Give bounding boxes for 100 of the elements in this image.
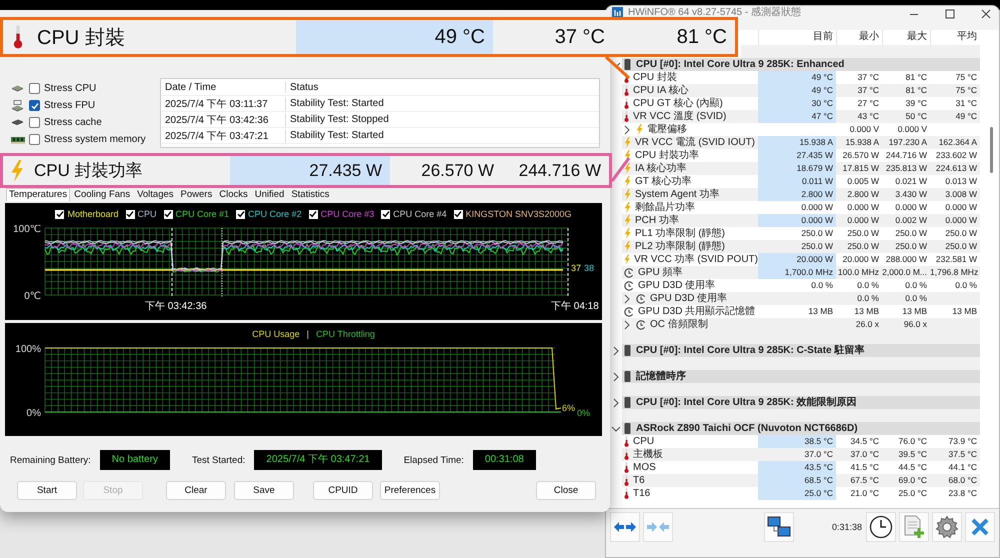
expand-icon[interactable] [624,294,630,304]
sensor-label[interactable]: CPU GT 核心 (內顯) [633,97,723,110]
sensor-label[interactable]: GPU D3D 共用顯示記憶體 [638,305,756,318]
expand-icon[interactable] [624,320,630,330]
expand-icon[interactable] [624,124,630,134]
button[interactable]: CPUID [313,481,373,500]
option-label: Stress CPU [44,83,96,94]
checkbox[interactable] [29,134,40,145]
checkbox[interactable] [164,210,173,218]
table-row[interactable]: VR VCC 溫度 (SVID) 47 °C 43 °C 50 °C 49 °C [622,110,980,123]
tab[interactable]: Powers [178,188,216,201]
lightning-icon [624,137,631,148]
sensor-label[interactable]: T6 [633,474,645,487]
table-row[interactable]: System Agent 功率 2.800 W 2.800 W 3.430 W 3.008 W [622,188,980,201]
sensor-label[interactable]: GPU D3D 使用率 [638,279,716,292]
table-cell-text: 3.008 W [944,188,978,201]
maximize-icon[interactable] [945,9,955,19]
checkbox[interactable] [236,210,246,218]
button[interactable]: Start [17,481,77,500]
sensor-label[interactable]: System Agent 功率 [635,188,720,201]
table-cell-text: 34.5 °C [850,435,880,448]
button[interactable]: Clear [166,481,226,500]
tab[interactable]: Voltages [134,188,177,201]
table-row[interactable]: GPU D3D 共用顯示記憶體 13 MB 13 MB 13 MB 13 MB [609,305,999,318]
checkbox[interactable] [29,83,40,94]
close-button[interactable] [965,512,995,542]
sensor-label[interactable]: CPU 封裝功率 [635,149,699,162]
table-cell-text: 44.1 °C [948,461,978,474]
group-header[interactable]: CPU [#0]: Intel Core Ultra 9 285K: 效能限制原因 [622,396,980,409]
sensor-label[interactable]: CPU 封裝 [633,71,677,84]
sensor-label[interactable]: 剩餘晶片功率 [635,201,695,214]
table-row[interactable]: OC 倍頻限制 26.0 x 96.0 x [622,318,980,331]
scrollbar-thumb[interactable] [990,127,993,173]
table-row[interactable]: VR VCC 電流 (SVID IOUT) 15.938 A 15.938 A 197.230 A 162.364 A [622,136,980,149]
checkbox[interactable] [29,117,40,128]
sensor-label[interactable]: MOS [633,461,656,474]
tab[interactable]: Temperatures [6,188,70,201]
button[interactable]: Save [234,481,294,500]
button[interactable] [866,512,896,542]
table-row[interactable]: 電壓偏移 0.000 V 0.000 V [609,123,999,136]
separator: | [306,329,309,339]
expand-icon[interactable] [612,398,618,408]
table-row[interactable]: 剩餘晶片功率 0.000 W 0.000 W 0.000 W 0.000 W [609,201,999,214]
group-header[interactable]: 記憶體時序 [622,370,980,383]
sensor-label[interactable]: GT 核心功率 [635,175,692,188]
table-row[interactable]: GPU 頻率 1,700.0 MHz 100.0 MHz 2,000.0 M... 1,796.8 MHz [622,266,980,279]
table-row[interactable]: GPU D3D 使用率 0.0 % 0.0 % [622,292,980,305]
table-row[interactable]: PL1 功率限制 (靜態) 250.0 W 250.0 W 250.0 W 250.0 W [609,227,999,240]
checkbox[interactable] [55,210,64,218]
table-row[interactable]: CPU 封裝 49 °C 37 °C 81 °C 75 °C [609,71,999,84]
sensor-label[interactable]: PL1 功率限制 (靜態) [635,227,726,240]
group-header[interactable]: CPU [#0]: Intel Core Ultra 9 285K: C-State 駐留率 [622,344,980,357]
lightning-icon [624,176,631,187]
button[interactable]: Preferences [380,481,440,500]
table-row[interactable]: T16 25.0 °C 21.0 °C 25.0 °C 23.8 °C [609,487,999,500]
close-icon[interactable] [981,9,991,19]
expand-icon[interactable] [612,346,618,356]
table-row[interactable]: CPU 封裝功率 27.435 W 26.570 W 244.716 W 233.602 W [609,149,999,162]
table-row[interactable]: VR VCC 功率 (SVID POUT) 20.000 W 20.000 W 288.000 W 232.581 W [609,253,999,266]
button[interactable] [764,512,794,542]
table-row[interactable]: PL2 功率限制 (靜態) 250.0 W 250.0 W 250.0 W 250.0 W [622,240,980,253]
checkbox[interactable] [29,100,40,111]
tab[interactable]: Statistics [288,188,332,201]
table-row[interactable]: T6 68.5 °C 67.5 °C 69.0 °C 68.0 °C [622,474,980,487]
sensor-label[interactable]: GPU D3D 使用率 [650,292,728,305]
table-row[interactable]: CPU IA 核心 49 °C 37 °C 81 °C 75 °C [622,84,980,97]
tab[interactable]: Cooling Fans [71,188,134,201]
table-row[interactable]: MOS 43.5 °C 41.5 °C 44.5 °C 44.1 °C [609,461,999,474]
sensor-label[interactable]: CPU [633,435,654,448]
sensor-label[interactable]: CPU IA 核心 [633,84,689,97]
table-row[interactable]: GPU D3D 使用率 0.0 % 0.0 % 0.0 % 0.0 % [609,279,999,292]
sensor-label[interactable]: PCH 功率 [635,214,679,227]
sensor-label[interactable]: GPU 頻率 [638,266,682,279]
table-row[interactable]: CPU GT 核心 (內顯) 30 °C 27 °C 39 °C 31 °C [609,97,999,110]
checkbox[interactable] [126,210,134,218]
checkbox[interactable] [308,210,318,218]
table-row[interactable]: CPU 38.5 °C 34.5 °C 76.0 °C 73.9 °C [609,435,999,448]
checkbox[interactable] [381,210,390,218]
table-row[interactable]: IA 核心功率 18.679 W 17.815 W 235.813 W 224.613 W [622,162,980,175]
tab[interactable]: Clocks [216,188,251,201]
table-row[interactable]: GT 核心功率 0.011 W 0.005 W 0.021 W 0.013 W [609,175,999,188]
sensor-label[interactable]: VR VCC 溫度 (SVID) [633,110,726,123]
sensor-label[interactable]: IA 核心功率 [635,162,687,175]
sensor-label[interactable]: 電壓偏移 [647,123,687,136]
sensor-label[interactable]: T16 [633,487,650,500]
group-header[interactable]: CPU [#0]: Intel Core Ultra 9 285K: Enhanced [622,58,980,71]
sensor-label[interactable]: 主機板 [633,448,663,461]
collapse-icon[interactable] [610,426,620,432]
sensor-label[interactable]: VR VCC 功率 (SVID POUT) [634,253,758,266]
table-row[interactable]: PCH 功率 0.000 W 0.000 W 0.002 W 0.000 W [622,214,980,227]
sensor-label[interactable]: OC 倍頻限制 [650,318,708,331]
thermometer-icon [624,72,629,83]
expand-icon[interactable] [612,372,618,382]
sensor-label[interactable]: VR VCC 電流 (SVID IOUT) [635,136,756,149]
table-row[interactable]: 主機板 37.0 °C 37.0 °C 39.5 °C 37.5 °C [622,448,980,461]
checkbox[interactable] [454,210,463,218]
sensor-label[interactable]: PL2 功率限制 (靜態) [635,240,726,253]
group-header[interactable]: ASRock Z890 Taichi OCF (Nuvoton NCT6686D) [622,422,980,435]
button[interactable]: Close [536,481,596,500]
tab[interactable]: Unified [252,188,288,201]
